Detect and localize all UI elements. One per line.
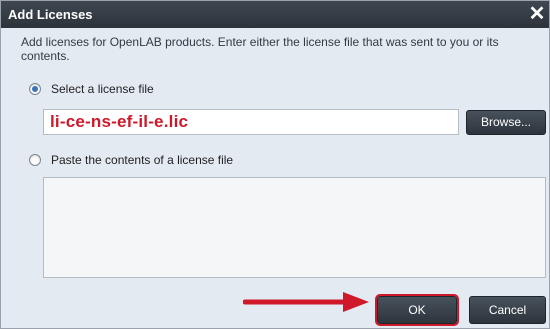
option-label[interactable]: Paste the contents of a license file — [51, 153, 233, 167]
dialog-title: Add Licenses — [8, 7, 93, 22]
option-paste-license-contents[interactable]: Paste the contents of a license file — [29, 153, 233, 167]
add-licenses-dialog: Add Licenses ✕ Add licenses for OpenLAB … — [0, 0, 550, 329]
close-icon[interactable]: ✕ — [527, 1, 547, 28]
dialog-description: Add licenses for OpenLAB products. Enter… — [21, 35, 499, 63]
title-bar: Add Licenses ✕ — [1, 1, 549, 28]
option-select-license-file[interactable]: Select a license file — [29, 82, 154, 96]
radio-unselected-icon[interactable] — [29, 154, 41, 166]
license-contents-textarea[interactable] — [43, 177, 546, 278]
license-file-input[interactable]: li-ce-ns-ef-il-e.lic — [43, 109, 459, 135]
option-label[interactable]: Select a license file — [51, 82, 154, 96]
red-arrow-icon — [243, 292, 369, 312]
browse-button[interactable]: Browse... — [466, 110, 546, 135]
cancel-button[interactable]: Cancel — [469, 296, 546, 324]
ok-button[interactable]: OK — [375, 294, 459, 326]
radio-selected-icon[interactable] — [29, 83, 41, 95]
